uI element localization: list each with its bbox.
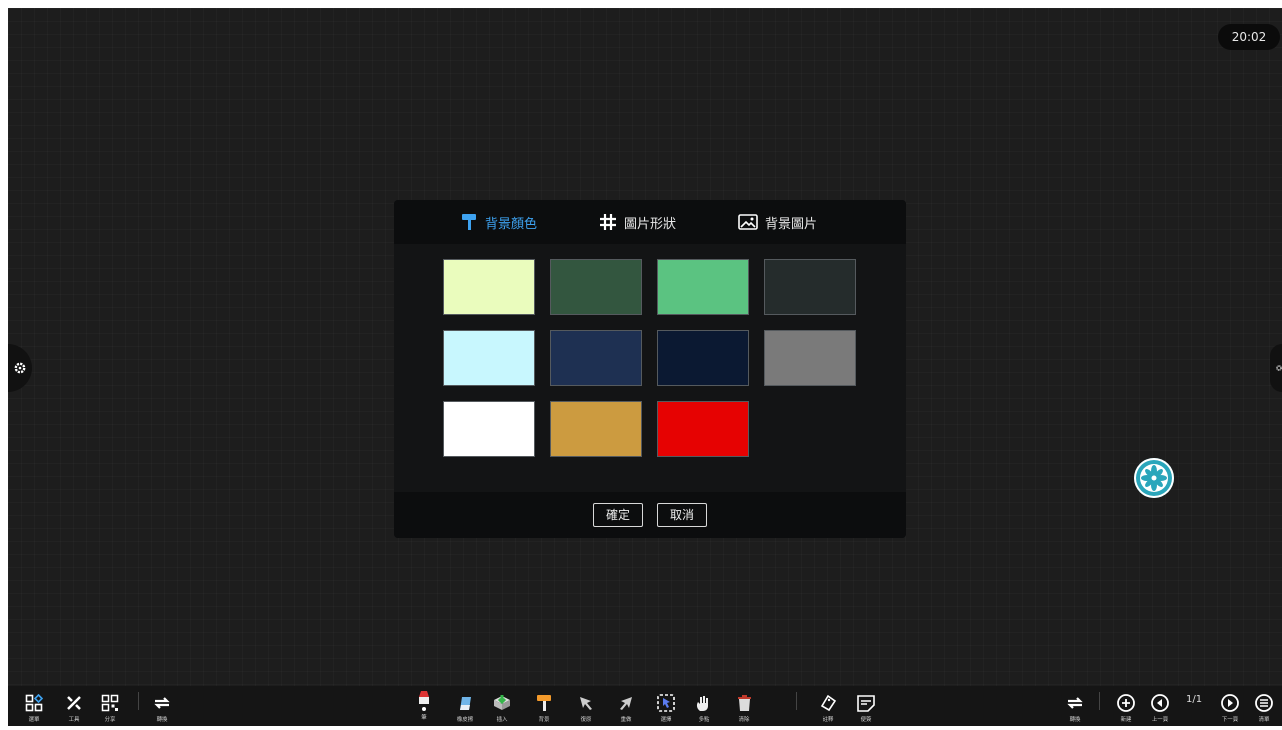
toolbar-label: 轉換 (1069, 716, 1081, 723)
next-page-icon (1221, 694, 1239, 712)
tab-image-shape[interactable]: 圖片形狀 (599, 213, 676, 232)
toolbar-clear-button[interactable]: 清除 (726, 690, 762, 730)
undo-icon (580, 697, 592, 710)
sticky-note-icon (857, 695, 875, 712)
page-indicator: 1/1 (1186, 694, 1203, 705)
background-settings-dialog: 背景顏色 圖片形狀 背景圖片 確定 取消 (394, 200, 906, 538)
color-swatch-grid (443, 259, 859, 457)
toolbar-label: 橡皮擦 (456, 716, 474, 723)
right-settings-button[interactable] (1270, 344, 1282, 392)
color-swatch[interactable] (764, 330, 856, 386)
toolbar-switch-button[interactable]: 轉換 (144, 690, 180, 730)
toolbar-insert-button[interactable]: 插入 (484, 690, 520, 730)
toolbar-divider (1099, 692, 1100, 710)
toolbar-sticky-note-button[interactable]: 便簽 (848, 690, 884, 730)
color-swatch[interactable] (550, 259, 642, 315)
paint-roller-icon (537, 695, 551, 711)
toolbar-label: 轉換 (156, 716, 168, 723)
previous-page-icon (1151, 694, 1169, 712)
toolbar-label: 清單 (1258, 716, 1270, 723)
toolbar-label: 選擇 (660, 716, 672, 723)
color-swatch[interactable] (443, 401, 535, 457)
tab-label: 圖片形狀 (624, 216, 677, 232)
toolbar-background-button[interactable]: 背景 (526, 690, 562, 730)
tab-background-color[interactable]: 背景顏色 (460, 213, 537, 232)
switch-icon (1067, 697, 1083, 709)
toolbar-menu-button[interactable]: 選單 (16, 690, 52, 730)
toolbar-previous-page-button[interactable]: 上一頁 (1142, 690, 1178, 730)
color-swatch[interactable] (657, 401, 749, 457)
annotate-icon (820, 694, 837, 712)
toolbar-divider (138, 692, 139, 710)
toolbar-label: 多點 (698, 716, 710, 723)
toolbar-label: 新建 (1120, 716, 1132, 723)
toolbar-new-page-button[interactable]: 新建 (1108, 690, 1144, 730)
gear-icon (1276, 365, 1282, 371)
select-icon (657, 694, 675, 712)
trash-icon (738, 695, 751, 711)
toolbar-label: 工具 (68, 716, 80, 723)
toolbar-label: 插入 (496, 716, 508, 723)
toolbar-tools-button[interactable]: 工具 (56, 690, 92, 730)
color-swatch[interactable] (764, 259, 856, 315)
redo-icon (620, 697, 632, 710)
color-swatch[interactable] (657, 330, 749, 386)
toolbar-divider (796, 692, 797, 710)
toolbar-label: 清除 (738, 716, 750, 723)
toolbar-multitouch-button[interactable]: 多點 (686, 690, 722, 730)
insert-icon (494, 695, 510, 710)
eraser-icon (460, 697, 471, 710)
toolbar-switch-button-right[interactable]: 轉換 (1057, 690, 1093, 730)
image-icon (738, 214, 758, 230)
confirm-button[interactable]: 確定 (592, 503, 643, 527)
toolbar-label: 下一頁 (1221, 716, 1239, 723)
flower-icon (1140, 464, 1168, 492)
pen-icon (419, 691, 429, 711)
toolbar-share-button[interactable]: 分享 (92, 690, 128, 730)
toolbar-redo-button[interactable]: 重做 (608, 690, 644, 730)
color-swatch[interactable] (550, 330, 642, 386)
list-icon (1255, 694, 1273, 712)
color-swatch[interactable] (657, 259, 749, 315)
toolbar-label: 背景 (538, 716, 550, 723)
add-page-icon (1117, 694, 1135, 712)
toolbar-label: 註釋 (822, 716, 834, 723)
clock: 20:02 (1218, 24, 1280, 50)
qr-code-icon (101, 694, 119, 712)
toolbar-list-button[interactable]: 清單 (1246, 690, 1282, 730)
toolbar-pen-button[interactable]: 筆 (406, 688, 442, 728)
menu-grid-icon (25, 694, 43, 712)
toolbar-label: 便簽 (860, 716, 872, 723)
toolbar-annotate-button[interactable]: 註釋 (810, 690, 846, 730)
tab-background-image[interactable]: 背景圖片 (738, 213, 817, 232)
toolbar-select-button[interactable]: 選擇 (648, 690, 684, 730)
switch-icon (154, 697, 170, 709)
multi-touch-icon (696, 696, 708, 711)
dialog-tab-bar: 背景顏色 圖片形狀 背景圖片 (394, 200, 906, 244)
toolbar-next-page-button[interactable]: 下一頁 (1212, 690, 1248, 730)
tab-label: 背景顏色 (485, 216, 538, 232)
color-swatch[interactable] (550, 401, 642, 457)
tab-label: 背景圖片 (765, 216, 818, 232)
toolbar-label: 上一頁 (1151, 716, 1169, 723)
color-swatch[interactable] (443, 259, 535, 315)
gear-icon (14, 362, 26, 374)
tools-icon (67, 696, 81, 710)
toolbar-undo-button[interactable]: 復原 (568, 690, 604, 730)
dialog-footer: 確定 取消 (394, 492, 906, 538)
toolbar-label: 筆 (421, 714, 427, 721)
grid-hash-icon (600, 214, 617, 230)
toolbar-label: 重做 (620, 716, 632, 723)
toolbar-label: 復原 (580, 716, 592, 723)
toolbar-label: 選單 (28, 716, 40, 723)
toolbar-eraser-button[interactable]: 橡皮擦 (447, 690, 483, 730)
color-swatch[interactable] (443, 330, 535, 386)
floating-menu-button[interactable] (1134, 458, 1174, 498)
cancel-button[interactable]: 取消 (657, 503, 708, 527)
paint-roller-icon (462, 214, 476, 230)
toolbar-label: 分享 (104, 716, 116, 723)
